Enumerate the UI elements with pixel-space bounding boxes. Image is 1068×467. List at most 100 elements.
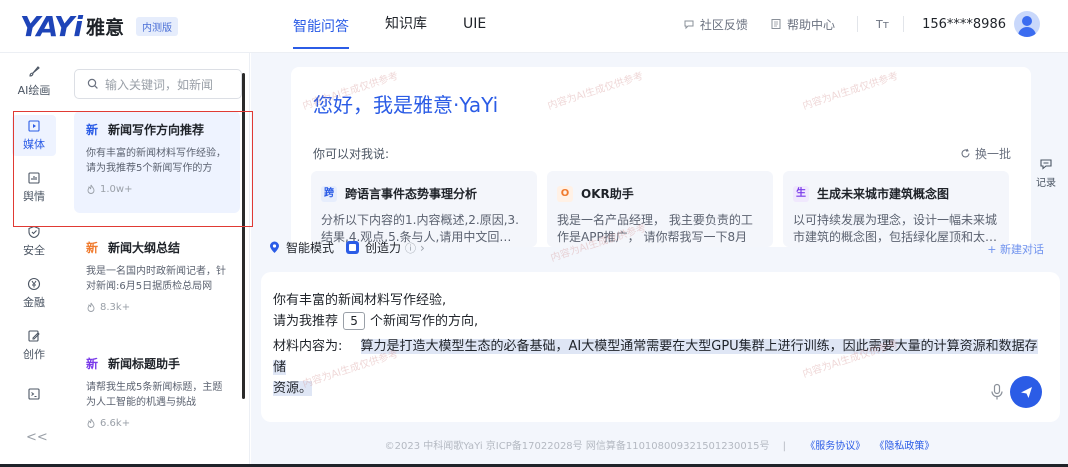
location-pin-icon [270, 241, 279, 253]
welcome-title: 您好，我是雅意·YaYi [313, 93, 499, 117]
count-label: 8.3k+ [100, 302, 131, 313]
card-count: 8.3k+ [86, 302, 230, 313]
microphone-icon[interactable] [990, 383, 1004, 404]
top-right-actions: 社区反馈 帮助中心 Tт 156****8986 [661, 0, 1040, 48]
rail-item-finance[interactable]: 金融 [12, 277, 56, 310]
material-input[interactable]: 算力是打造大模型生态的必备基础，AI大模型通常需要在大型GPU集群上进行训练，因… [273, 339, 1038, 375]
refresh-label: 换一批 [974, 147, 1011, 161]
tab-knowledge-base[interactable]: 知识库 [385, 0, 427, 53]
divider [856, 16, 858, 32]
card-title-row: 新 新闻大纲总结 [86, 239, 230, 256]
collapse-icon[interactable]: << [26, 430, 48, 445]
refresh-icon [961, 148, 970, 158]
rail-label: AI绘画 [17, 84, 51, 97]
fire-icon [87, 418, 95, 428]
brush-icon [29, 66, 40, 77]
card-title: 新闻写作方向推荐 [108, 123, 205, 137]
new-chat-button[interactable]: + 新建对话 [987, 241, 1044, 257]
user-phone[interactable]: 156****8986 [922, 17, 1006, 32]
rail-item-sentiment[interactable]: 舆情 [12, 171, 56, 204]
material-label: 材料内容为: [273, 339, 343, 354]
suggestion-title-row: O OKR助手 [557, 185, 763, 202]
material-input-cont[interactable]: 资源。 [273, 381, 313, 396]
tab-smart-qa[interactable]: 智能问答 [293, 4, 349, 49]
editor-text: 个新闻写作的方向, [370, 314, 479, 329]
rail-item-media[interactable]: 媒体 [12, 115, 56, 156]
prompt-card[interactable]: 新 新闻写作方向推荐 你有丰富的新闻材料写作经验，请为我推荐5个新闻写作的方向…… [74, 111, 240, 213]
refresh-button[interactable]: 换一批 [960, 145, 1011, 162]
prompt-editor[interactable]: 你有丰富的新闻材料写作经验, 请为我推荐 5 个新闻写作的方向, 材料内容为: 算力… [261, 272, 1060, 422]
feedback-label: 社区反馈 [699, 17, 748, 32]
media-icon [28, 120, 40, 132]
rail-label: 创作 [23, 348, 45, 361]
creativity-selector[interactable]: 创造力 ⓘ › [346, 239, 425, 256]
prompt-card[interactable]: 新 新闻大纲总结 我是一名国内时政新闻记者，针对新闻:6月5日据质检总局网站… … [74, 229, 240, 329]
card-title: 新闻标题助手 [108, 357, 181, 371]
rail-item-create[interactable]: 创作 [12, 329, 56, 362]
suggestion-title: 跨语言事件态势事理分析 [345, 187, 478, 201]
privacy-link[interactable]: 《隐私政策》 [874, 441, 934, 452]
footer-divider: | [782, 441, 787, 452]
yen-icon [27, 277, 41, 291]
help-link[interactable]: 帮助中心 [770, 16, 835, 33]
count-label: 1.0w+ [100, 184, 133, 195]
history-label: 记录 [1036, 178, 1056, 189]
smart-mode-label: 智能模式 [286, 241, 335, 255]
rail-item-ai-paint[interactable]: AI绘画 [12, 65, 56, 98]
help-label: 帮助中心 [786, 17, 835, 32]
rail-label: 安全 [23, 244, 45, 257]
feedback-link[interactable]: 社区反馈 [683, 16, 748, 33]
editor-line: 请为我推荐 5 个新闻写作的方向, [273, 311, 1048, 332]
card-desc: 你有丰富的新闻材料写作经验，请为我推荐5个新闻写作的方向… [86, 148, 226, 174]
help-icon [771, 19, 781, 29]
suggestion-desc: 我是一名产品经理， 我主要负责的工作是APP推广， 请你帮我写一下8月的… [557, 213, 753, 244]
suggestion-card[interactable]: 生 生成未来城市建筑概念图 以可持续发展为理念，设计一幅未来城市建筑的概念图，包… [783, 171, 1009, 247]
creativity-icon [346, 241, 360, 254]
target-icon: O [557, 185, 573, 202]
editor-line: 材料内容为: 算力是打造大模型生态的必备基础，AI大模型通常需要在大型GPU集群… [273, 336, 1048, 378]
prompt-panel: 输入关键词，如新闻 新 新闻写作方向推荐 你有丰富的新闻材料写作经验，请为我推荐… [68, 53, 250, 467]
rail-item-terminal[interactable] [12, 387, 56, 404]
rail-item-security[interactable]: 安全 [12, 225, 56, 258]
fire-icon [87, 184, 95, 194]
search-placeholder: 输入关键词，如新闻 [105, 77, 214, 92]
search-input[interactable]: 输入关键词，如新闻 [74, 69, 242, 99]
prompt-card[interactable]: 新 新闻标题助手 请帮我生成5条新闻标题，主题为人工智能的机遇与挑战 6.6k+ [74, 345, 240, 445]
help-circle-icon[interactable]: ⓘ [405, 240, 416, 256]
divider [903, 16, 905, 32]
card-desc: 请帮我生成5条新闻标题，主题为人工智能的机遇与挑战 [86, 382, 223, 408]
nav-tabs: 智能问答 知识库 UIE [293, 0, 522, 53]
logo[interactable]: YAYi 雅意 内测版 [20, 10, 178, 43]
smart-mode-toggle[interactable]: 智能模式 [269, 239, 334, 256]
feedback-icon [684, 20, 694, 30]
terms-link[interactable]: 《服务协议》 [805, 441, 865, 452]
count-label: 6.6k+ [100, 418, 131, 429]
scrollbar[interactable] [242, 73, 245, 399]
suggestion-title: OKR助手 [581, 187, 634, 201]
search-icon [87, 78, 98, 89]
card-count: 1.0w+ [86, 184, 230, 195]
card-count: 6.6k+ [86, 418, 230, 429]
send-button[interactable] [1010, 376, 1042, 408]
card-title-row: 新 新闻标题助手 [86, 355, 230, 372]
send-icon [1020, 386, 1032, 398]
beta-badge: 内测版 [135, 17, 178, 36]
chevron-right-icon: › [420, 240, 425, 255]
count-input[interactable]: 5 [343, 312, 366, 330]
suggestion-title-row: 生 生成未来城市建筑概念图 [793, 185, 999, 202]
mode-row: 智能模式 创造力 ⓘ › [269, 239, 425, 256]
top-bar: YAYi 雅意 内测版 智能问答 知识库 UIE 社区反馈 帮助中心 Tт 15… [0, 0, 1068, 53]
tab-uie[interactable]: UIE [463, 0, 486, 53]
rail-label: 舆情 [23, 190, 45, 203]
card-title-row: 新 新闻写作方向推荐 [86, 121, 230, 138]
footer: ©2023 中科闻歌YaYi 京ICP备17022028号 网信算备110108… [251, 437, 1068, 452]
avatar[interactable] [1014, 11, 1040, 37]
font-size-icon[interactable]: Tт [876, 18, 889, 31]
history-button[interactable]: 记录 [1036, 157, 1056, 189]
translate-icon: 跨 [321, 185, 337, 202]
suggestion-card[interactable]: O OKR助手 我是一名产品经理， 我主要负责的工作是APP推广， 请你帮我写一… [547, 171, 773, 247]
welcome-card: 您好，我是雅意·YaYi 你可以对我说: 换一批 跨 跨语言事件态势事理分析 分… [291, 67, 1031, 247]
chart-icon [28, 172, 40, 184]
left-rail: AI绘画 媒体 舆情 安全 金融 创作 << [0, 53, 68, 467]
suggestion-card[interactable]: 跨 跨语言事件态势事理分析 分析以下内容的1.内容概述,2.原因,3.结果,4.… [311, 171, 537, 247]
